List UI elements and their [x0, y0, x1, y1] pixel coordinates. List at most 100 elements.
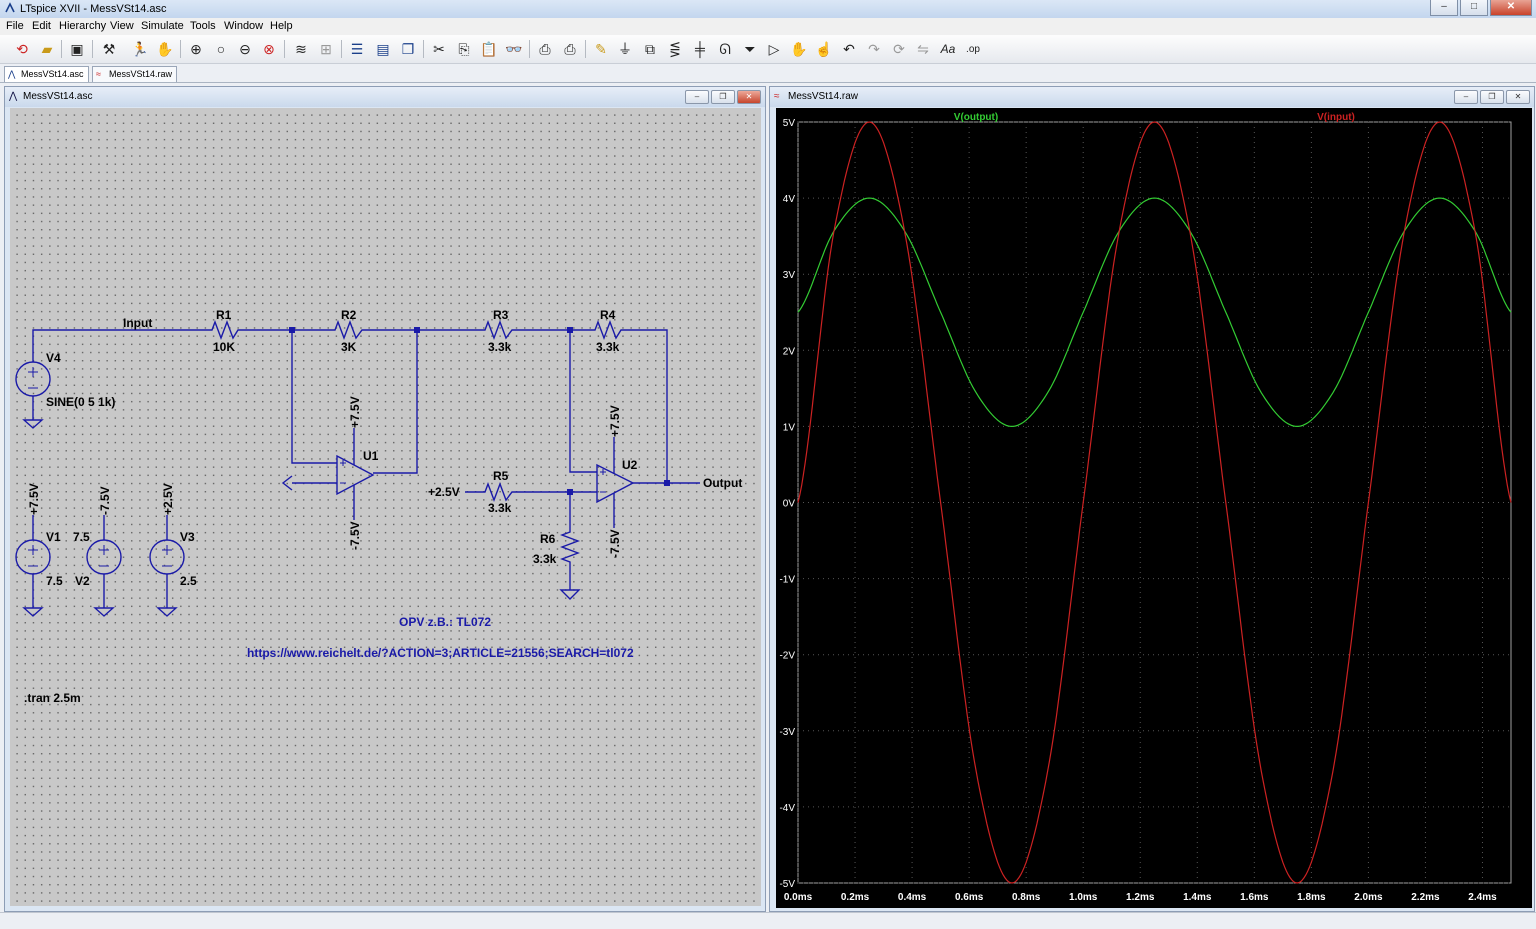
y-tick-label: -1V — [779, 575, 795, 586]
window-title: LTspice XVII - MessVSt14.asc — [20, 3, 167, 15]
drag-icon[interactable]: ☝ — [814, 39, 834, 59]
cascade-icon[interactable]: ❐ — [398, 39, 418, 59]
cut-icon[interactable]: ✂ — [429, 39, 449, 59]
toolbar: ⟲ ▰ ▣ ⚒ 🏃 ✋ ⊕ ○ ⊖ ⊗ ≋ ⊞ ☰ ▤ ❐ ✂ ⎘ 📋 👓 ⎙ … — [0, 35, 1536, 64]
v1-value: 7.5 — [46, 574, 63, 588]
r2-value: 3K — [341, 340, 357, 354]
link-text[interactable]: https://www.reichelt.de/?ACTION=3;ARTICL… — [247, 646, 634, 660]
junction-dot — [414, 327, 420, 333]
u1-vneg-label: -7.5V — [348, 521, 362, 550]
move-icon[interactable]: ✋ — [789, 39, 809, 59]
save-icon[interactable]: ▣ — [67, 39, 87, 59]
open-file-icon[interactable]: ▰ — [37, 39, 57, 59]
menu-help[interactable]: Help — [270, 20, 293, 32]
minimize-button[interactable]: – — [1430, 0, 1458, 16]
tab-waveform[interactable]: ≈ MessVSt14.raw — [92, 66, 178, 82]
waveform-chart[interactable]: 0.0ms 0.2ms 0.4ms 0.6ms 0.8ms 1.0ms 1.2ms 1.4ms… — [776, 108, 1532, 908]
schematic-restore-button[interactable]: ❐ — [711, 90, 735, 104]
x-tick-label: 0.2ms — [841, 892, 870, 903]
tab-schematic[interactable]: ⋀ MessVSt14.asc — [4, 66, 89, 82]
text-icon[interactable]: Aa — [938, 39, 958, 59]
u2-vpos-label: +7.5V — [608, 405, 622, 437]
menu-file[interactable]: File — [6, 20, 24, 32]
v4-value: SINE(0 5 1k) — [46, 395, 115, 409]
x-tick-label: 2.0ms — [1354, 892, 1383, 903]
open-new-schematic-icon[interactable]: ⟲ — [12, 39, 32, 59]
v3-name: V3 — [180, 530, 195, 544]
menu-tools[interactable]: Tools — [190, 20, 216, 32]
capacitor-icon[interactable]: ╪ — [690, 39, 710, 59]
zoom-in-icon[interactable]: ⊕ — [186, 39, 206, 59]
y-tick-label: -4V — [779, 803, 795, 814]
tab-schematic-label: MessVSt14.asc — [21, 69, 84, 79]
copy-icon[interactable]: ⎘ — [454, 39, 474, 59]
wire-u1-inv — [291, 330, 337, 464]
r4-name: R4 — [600, 308, 616, 322]
menu-view[interactable]: View — [110, 20, 134, 32]
spice-directive[interactable]: .tran 2.5m — [24, 691, 81, 705]
resistor-icon[interactable]: ⋚ — [665, 39, 685, 59]
menu-edit[interactable]: Edit — [32, 20, 51, 32]
x-tick-label: 0.4ms — [898, 892, 927, 903]
control-panel-icon[interactable]: ⚒ — [99, 39, 119, 59]
zoom-fit-icon[interactable]: ⊗ — [259, 39, 279, 59]
ground-icon[interactable]: ⏚ — [615, 39, 635, 59]
y-tick-label: 3V — [783, 270, 796, 281]
tile-vertical-icon[interactable]: ▤ — [373, 39, 393, 59]
schematic-minimize-button[interactable]: – — [685, 90, 709, 104]
waveform-close-button[interactable]: ✕ — [1506, 90, 1530, 104]
zoom-pan-icon[interactable]: ○ — [211, 39, 231, 59]
mirror-icon[interactable]: ⇋ — [913, 39, 933, 59]
v4-polarity — [28, 367, 38, 389]
v4-ground — [22, 396, 44, 429]
menu-window[interactable]: Window — [224, 20, 263, 32]
y-tick-label: 5V — [783, 118, 796, 129]
waveform-plot[interactable]: 0.0ms 0.2ms 0.4ms 0.6ms 0.8ms 1.0ms 1.2ms 1.4ms… — [776, 108, 1532, 908]
ltspice-app-icon — [5, 2, 15, 13]
print-icon[interactable]: ⎙ — [560, 39, 580, 59]
component-icon[interactable]: ▷ — [764, 39, 784, 59]
schematic-close-button[interactable]: ✕ — [737, 90, 761, 104]
run-icon[interactable]: 🏃 — [130, 39, 150, 59]
comment-text[interactable]: OPV z.B.: TL072 — [399, 615, 491, 629]
undo-icon[interactable]: ↶ — [839, 39, 859, 59]
autorange-icon[interactable]: ≋ — [291, 39, 311, 59]
menu-simulate[interactable]: Simulate — [141, 20, 184, 32]
junction-dot — [567, 489, 573, 495]
r4-value: 3.3k — [596, 340, 620, 354]
schematic-drawing[interactable]: Input Output R1 10K R2 3K R3 3.3k R4 3.3… — [10, 108, 761, 906]
waveform-restore-button[interactable]: ❐ — [1480, 90, 1504, 104]
waveform-icon: ≈ — [774, 91, 780, 102]
schematic-canvas[interactable]: Input Output R1 10K R2 3K R3 3.3k R4 3.3… — [10, 108, 761, 906]
redo-icon[interactable]: ↷ — [864, 39, 884, 59]
halt-icon[interactable]: ✋ — [155, 39, 175, 59]
tile-horizontal-icon[interactable]: ☰ — [347, 39, 367, 59]
r5-supply-label: +2.5V — [428, 485, 460, 499]
menu-bar: File Edit Hierarchy View Simulate Tools … — [0, 18, 1536, 35]
find-icon[interactable]: 👓 — [504, 39, 524, 59]
schematic-icon: ⋀ — [8, 69, 16, 79]
zoom-out-icon[interactable]: ⊖ — [235, 39, 255, 59]
resistor-r6 — [560, 492, 580, 590]
label-net-icon[interactable]: ⧉ — [640, 39, 660, 59]
v2-ground — [93, 574, 115, 617]
waveform-minimize-button[interactable]: – — [1454, 90, 1478, 104]
maximize-button[interactable]: □ — [1460, 0, 1488, 16]
print-setup-icon[interactable]: ⎙ — [535, 39, 555, 59]
spice-directive-icon[interactable]: .op — [963, 39, 983, 59]
app-titlebar: LTspice XVII - MessVSt14.asc – □ ✕ — [0, 0, 1536, 19]
junction-dot — [664, 480, 670, 486]
v1-polarity — [28, 545, 38, 567]
diode-icon[interactable]: ⏷ — [740, 39, 760, 59]
x-tick-label: 1.4ms — [1183, 892, 1212, 903]
draw-wire-icon[interactable]: ✎ — [591, 39, 611, 59]
inductor-icon[interactable]: ᘏ — [715, 39, 735, 59]
menu-hierarchy[interactable]: Hierarchy — [59, 20, 106, 32]
rotate-icon[interactable]: ⟳ — [889, 39, 909, 59]
y-tick-label: 1V — [783, 422, 796, 433]
close-button[interactable]: ✕ — [1490, 0, 1532, 16]
paste-icon[interactable]: 📋 — [479, 39, 499, 59]
v2-name: V2 — [75, 574, 90, 588]
u2-pin-marks — [600, 469, 606, 493]
grid-icon[interactable]: ⊞ — [316, 39, 336, 59]
